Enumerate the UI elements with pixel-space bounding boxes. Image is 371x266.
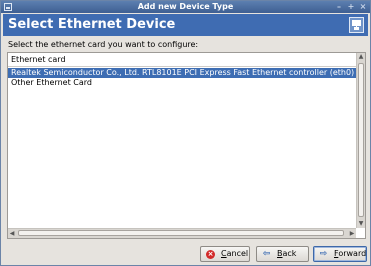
scroll-down-icon[interactable]: ▼ <box>357 220 365 228</box>
ethernet-card-list[interactable]: Ethernet card Realtek Semiconductor Co.,… <box>7 52 366 239</box>
horizontal-scroll-thumb[interactable] <box>18 230 344 236</box>
column-header-label: Ethernet card <box>11 55 66 64</box>
close-icon[interactable]: × <box>358 2 368 12</box>
scroll-left-icon[interactable]: ◀ <box>8 229 16 238</box>
forward-button[interactable]: ⇨ Forward <box>313 246 367 262</box>
list-item-label: Realtek Semiconductor Co., Ltd. RTL8101E… <box>11 68 355 77</box>
dialog-window: Add new Device Type – + × Select Etherne… <box>0 0 371 266</box>
horizontal-scrollbar[interactable]: ◀ ▶ <box>8 228 356 238</box>
back-button[interactable]: ⇦ Back <box>256 246 309 262</box>
title-bar[interactable]: Add new Device Type – + × <box>1 1 370 13</box>
vertical-scrollbar[interactable]: ▲ ▼ <box>356 53 365 228</box>
window-title: Add new Device Type <box>137 2 234 11</box>
list-item-other[interactable]: Other Ethernet Card <box>8 78 356 88</box>
minimize-icon[interactable]: – <box>334 2 344 12</box>
instruction-label: Select the ethernet card you want to con… <box>8 40 199 49</box>
scroll-right-icon[interactable]: ▶ <box>348 229 356 238</box>
list-item-label: Other Ethernet Card <box>11 78 92 87</box>
maximize-icon[interactable]: + <box>346 2 356 12</box>
page-title: Select Ethernet Device <box>8 17 176 32</box>
column-header[interactable]: Ethernet card <box>8 53 356 67</box>
header-banner: Select Ethernet Device <box>3 14 368 36</box>
forward-arrow-icon: ⇨ <box>319 249 328 259</box>
network-device-icon <box>349 17 364 33</box>
cancel-button[interactable]: × Cancel <box>200 246 250 262</box>
back-arrow-icon: ⇦ <box>262 249 271 259</box>
vertical-scroll-thumb[interactable] <box>358 63 364 217</box>
cancel-icon: × <box>206 250 215 259</box>
list-item-realtek[interactable]: Realtek Semiconductor Co., Ltd. RTL8101E… <box>8 68 356 78</box>
scroll-up-icon[interactable]: ▲ <box>357 53 365 61</box>
